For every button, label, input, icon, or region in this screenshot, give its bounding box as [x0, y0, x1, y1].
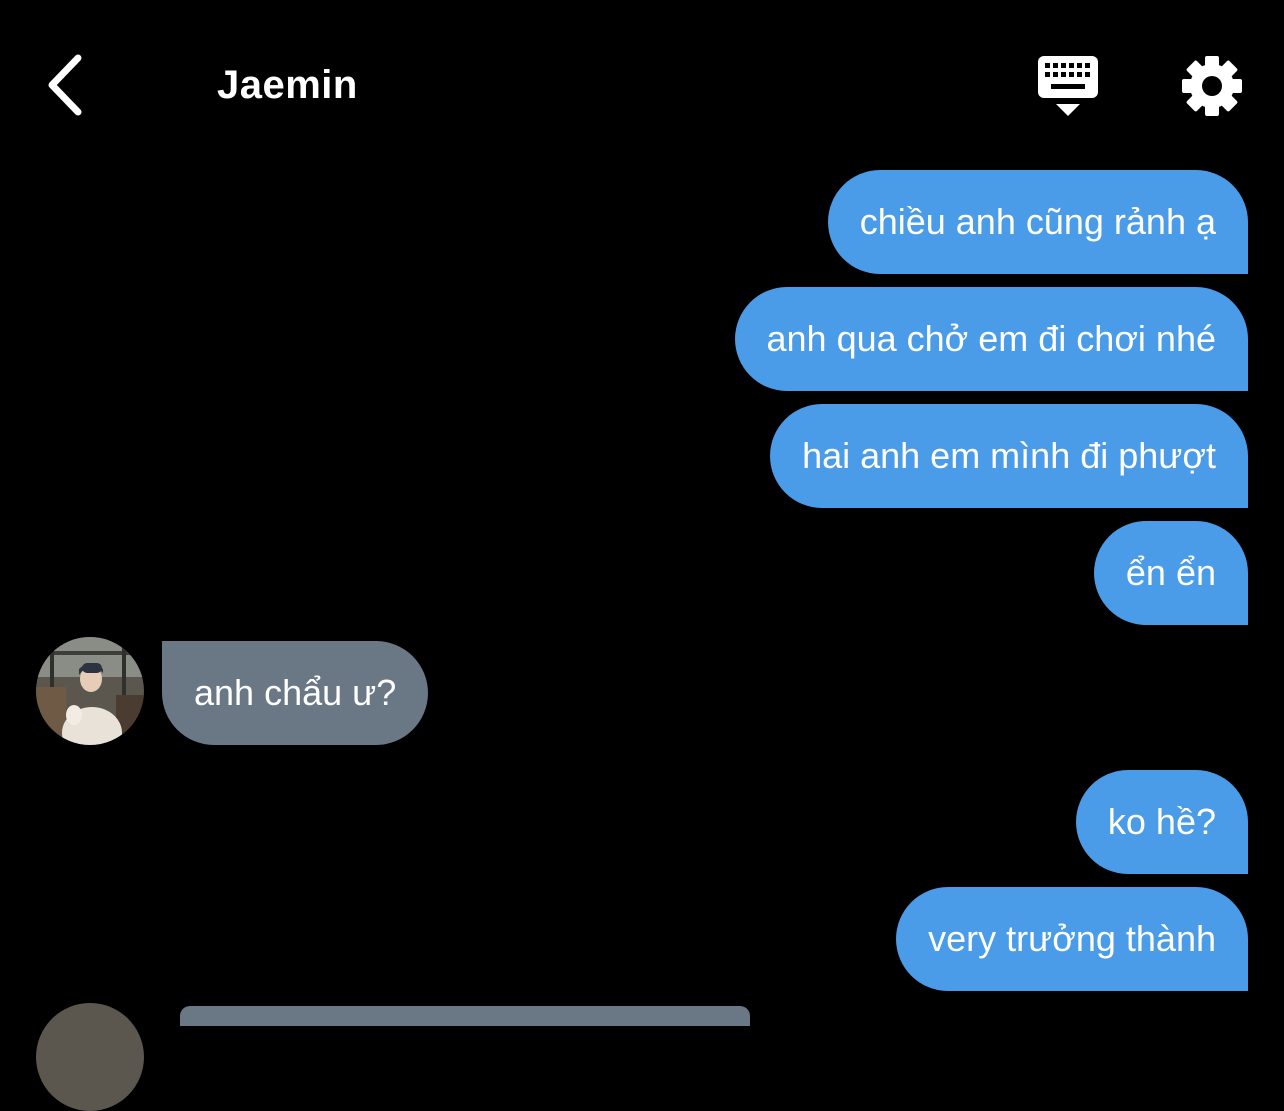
gear-icon	[1182, 56, 1242, 116]
settings-button[interactable]	[1180, 54, 1244, 118]
chevron-left-icon	[48, 54, 82, 116]
back-button[interactable]	[40, 50, 96, 120]
avatar-photo	[36, 637, 144, 745]
message-bubble-sent[interactable]: ko hề?	[1075, 770, 1248, 874]
message-bubble-sent[interactable]: chiều anh cũng rảnh ạ	[827, 170, 1248, 274]
chat-title: Jaemin	[217, 63, 358, 107]
message-bubble-sent[interactable]: hai anh em mình đi phượt	[770, 404, 1248, 508]
message-bubble-sent[interactable]: ển ển	[1093, 521, 1248, 625]
message-bubble-sent[interactable]: anh qua chở em đi chơi nhé	[734, 287, 1248, 391]
message-bubble-received-partial[interactable]	[180, 1006, 750, 1026]
keyboard-dismiss-icon	[1038, 56, 1098, 116]
avatar[interactable]	[36, 637, 144, 745]
chat-header: Jaemin	[0, 0, 1284, 150]
keyboard-dismiss-button[interactable]	[1034, 54, 1102, 120]
message-bubble-sent[interactable]: very trưởng thành	[896, 887, 1248, 991]
message-bubble-received[interactable]: anh chẩu ư?	[162, 641, 429, 745]
avatar-partial[interactable]	[36, 1003, 144, 1111]
